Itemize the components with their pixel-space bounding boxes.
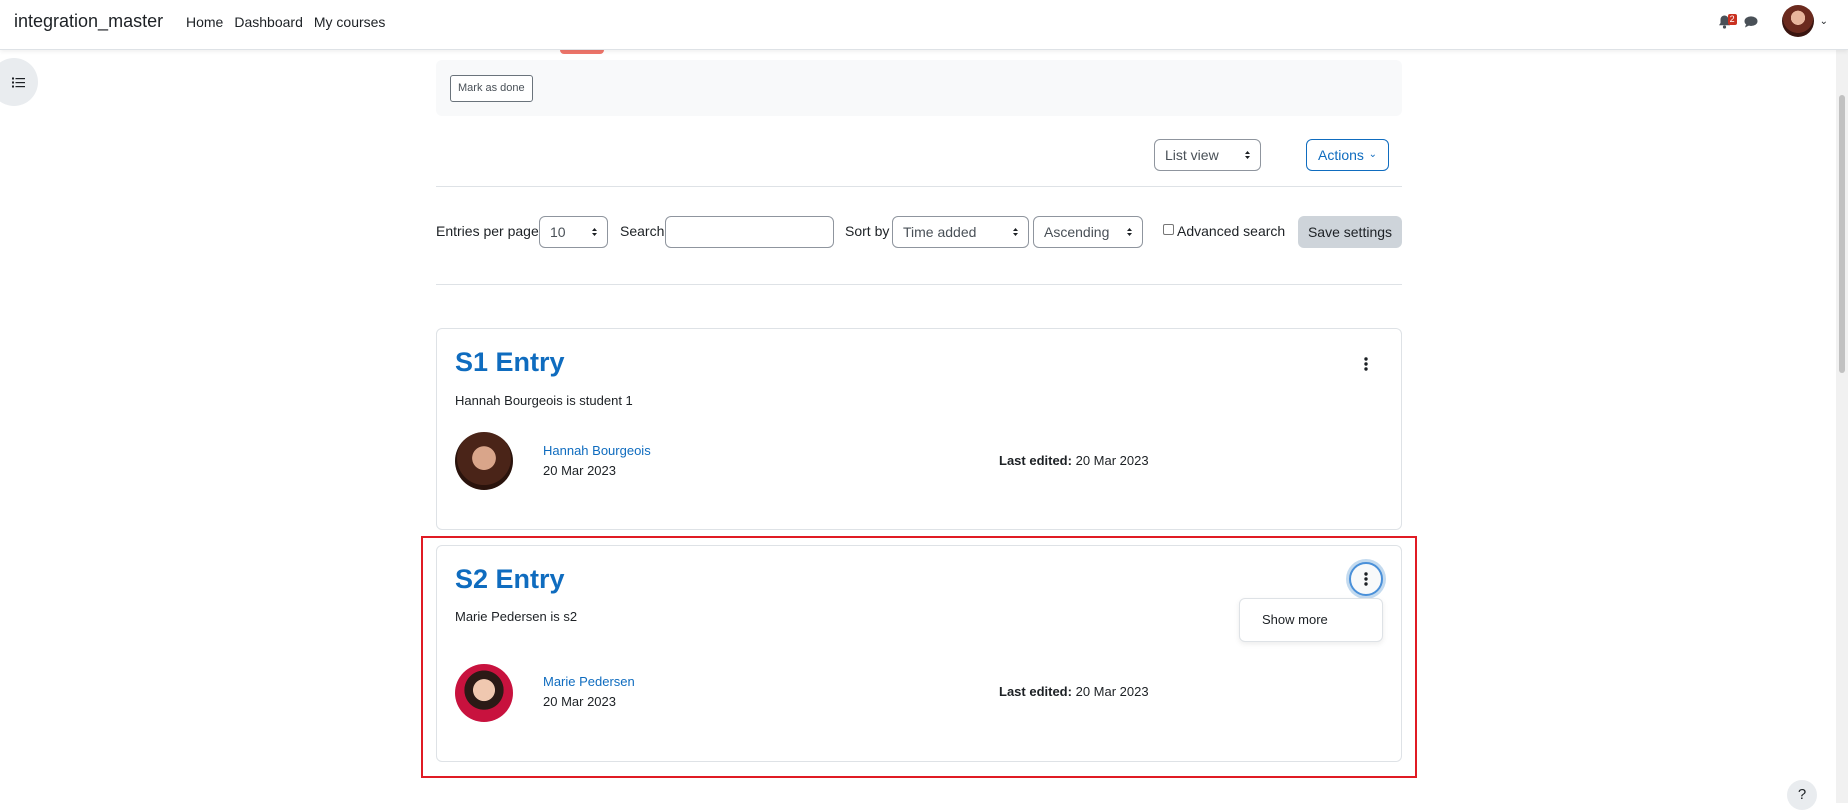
entry-title[interactable]: S1 Entry (455, 347, 565, 378)
highlight-box (421, 536, 1417, 778)
select-arrows-icon (1245, 151, 1250, 159)
entries-per-page-value: 10 (550, 224, 566, 240)
save-settings-button[interactable]: Save settings (1298, 216, 1402, 248)
nav-home[interactable]: Home (186, 14, 223, 30)
entries-per-page-select[interactable]: 10 (539, 216, 608, 248)
top-navbar: integration_master Home Dashboard My cou… (0, 0, 1848, 50)
user-avatar[interactable] (1781, 5, 1814, 37)
kebab-menu-icon (1364, 357, 1368, 371)
course-index-toggle-button[interactable] (0, 58, 38, 106)
actions-label: Actions (1318, 147, 1364, 163)
entry-date: 20 Mar 2023 (543, 463, 616, 478)
search-input[interactable] (665, 216, 834, 248)
last-edited-value: 20 Mar 2023 (1075, 453, 1149, 468)
scrollbar-thumb[interactable] (1839, 95, 1845, 373)
messages-button[interactable] (1744, 10, 1766, 32)
nav-my-courses[interactable]: My courses (314, 14, 386, 30)
user-navigation: 2 ⌄ (1716, 5, 1828, 37)
actions-button[interactable]: Actions ⌄ (1306, 139, 1389, 171)
scrollbar[interactable] (1836, 50, 1848, 803)
sort-order-select[interactable]: Ascending (1033, 216, 1143, 248)
advanced-search-checkbox[interactable] (1163, 224, 1174, 235)
view-mode-value: List view (1165, 147, 1219, 163)
entry-card: S1 Entry Hannah Bourgeois is student 1 H… (436, 328, 1402, 530)
sort-order-value: Ascending (1044, 224, 1110, 240)
select-arrows-icon (1013, 228, 1018, 236)
sort-by-label: Sort by (845, 223, 890, 239)
avatar (455, 432, 513, 490)
last-edited-label: Last edited: (999, 453, 1072, 468)
select-arrows-icon (1127, 228, 1132, 236)
site-name[interactable]: integration_master (14, 11, 163, 32)
divider (436, 186, 1402, 187)
author-link[interactable]: Hannah Bourgeois (543, 443, 651, 458)
chevron-down-icon: ⌄ (1368, 149, 1377, 160)
last-edited: Last edited: 20 Mar 2023 (999, 453, 1149, 468)
activity-completion-area: Mark as done (436, 60, 1402, 116)
search-label: Search (620, 223, 665, 239)
entry-actions-button[interactable] (1349, 347, 1383, 381)
select-arrows-icon (592, 228, 597, 236)
help-button[interactable]: ? (1787, 780, 1817, 810)
entry-description: Hannah Bourgeois is student 1 (455, 393, 633, 408)
advanced-search-label[interactable]: Advanced search (1177, 223, 1285, 239)
view-mode-select[interactable]: List view (1154, 139, 1261, 171)
notification-count-badge: 2 (1727, 14, 1737, 25)
mark-as-done-button[interactable]: Mark as done (450, 75, 533, 102)
sort-by-select[interactable]: Time added (892, 216, 1029, 248)
chat-icon (1744, 16, 1758, 28)
notifications-button[interactable]: 2 (1716, 10, 1738, 32)
entries-per-page-label: Entries per page (436, 223, 539, 239)
list-icon (11, 77, 25, 87)
sort-by-value: Time added (903, 224, 977, 240)
nav-dashboard[interactable]: Dashboard (234, 14, 303, 30)
primary-navigation: Home Dashboard My courses (186, 14, 396, 30)
chevron-down-icon[interactable]: ⌄ (1820, 16, 1828, 27)
divider (436, 284, 1402, 285)
